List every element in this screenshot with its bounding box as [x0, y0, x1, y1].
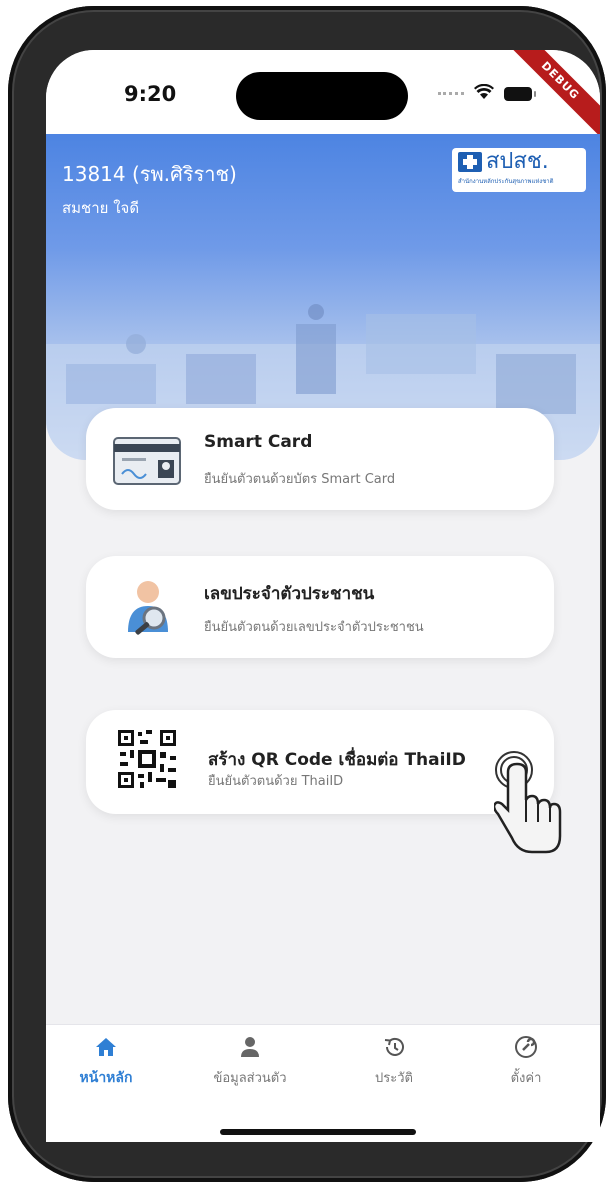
smart-card-title: Smart Card: [204, 432, 313, 452]
smart-card-option[interactable]: Smart Card ยืนยันตัวตนด้วยบัตร Smart Car…: [86, 408, 554, 510]
tab-home[interactable]: หน้าหลัก: [46, 1035, 166, 1089]
status-bar: 9:20 DEBUG: [46, 50, 600, 146]
person-icon: [241, 1037, 259, 1057]
wifi-icon: [474, 84, 494, 99]
history-icon: [384, 1037, 404, 1056]
thaiid-qr-title: สร้าง QR Code เชื่อมต่อ ThaiID: [208, 750, 466, 770]
thaiid-qr-subtitle: ยืนยันตัวตนด้วย ThaiID: [208, 774, 344, 789]
citizen-id-title: เลขประจำตัวประชาชน: [204, 584, 375, 604]
smart-card-subtitle: ยืนยันตัวตนด้วยบัตร Smart Card: [204, 472, 396, 487]
home-indicator: [220, 1129, 416, 1135]
tab-history[interactable]: ประวัติ: [334, 1035, 454, 1088]
tab-history-label: ประวัติ: [375, 1071, 413, 1086]
hospital-name: 13814 (รพ.ศิริราช): [62, 162, 237, 186]
qr-code-icon: [116, 728, 178, 790]
logo-text: สปสช.: [486, 149, 549, 174]
tab-settings[interactable]: ตั้งค่า: [466, 1035, 586, 1088]
dynamic-island: [236, 72, 408, 120]
nhso-cross-icon: [458, 152, 482, 172]
phone-frame: 9:20 DEBUG 13814 (รพ.ศิริราช) สมชาย ใจดี…: [8, 6, 606, 1182]
tab-profile-label: ข้อมูลส่วนตัว: [213, 1071, 287, 1086]
settings-icon: [515, 1036, 537, 1058]
status-time: 9:20: [124, 82, 177, 106]
citizen-id-subtitle: ยืนยันตัวตนด้วยเลขประจำตัวประชาชน: [204, 620, 424, 635]
signal-icon: [438, 92, 464, 96]
bottom-tab-bar: หน้าหลัก ข้อมูลส่วนตัว ประวัติ ตั้งค่า: [46, 1024, 600, 1142]
tap-hand-icon: [494, 751, 562, 854]
id-card-icon: [113, 437, 181, 485]
tab-home-label: หน้าหลัก: [79, 1070, 133, 1086]
home-icon: [96, 1038, 116, 1056]
person-search-icon: [128, 581, 168, 635]
nhso-logo: สปสช. สำนักงานหลักประกันสุขภาพแห่งชาติ: [452, 148, 586, 192]
tab-settings-label: ตั้งค่า: [510, 1071, 542, 1086]
user-name: สมชาย ใจดี: [62, 199, 140, 217]
logo-subtitle: สำนักงานหลักประกันสุขภาพแห่งชาติ: [458, 178, 554, 185]
battery-icon: [504, 87, 536, 101]
tab-profile[interactable]: ข้อมูลส่วนตัว: [190, 1035, 310, 1088]
thaiid-qr-option[interactable]: สร้าง QR Code เชื่อมต่อ ThaiID ยืนยันตัว…: [86, 710, 554, 814]
app-screen: 9:20 DEBUG 13814 (รพ.ศิริราช) สมชาย ใจดี…: [46, 50, 600, 1142]
citizen-id-option[interactable]: เลขประจำตัวประชาชน ยืนยันตัวตนด้วยเลขประ…: [86, 556, 554, 658]
